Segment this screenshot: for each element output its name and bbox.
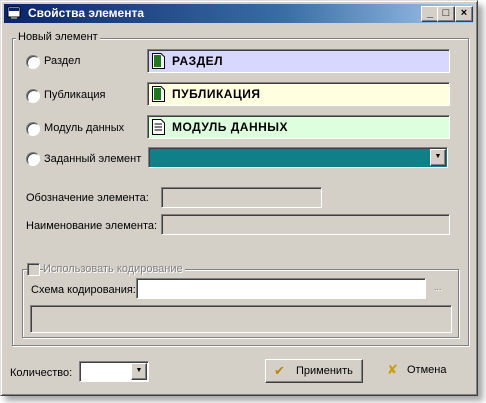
name-label: Наименование элемента: xyxy=(26,220,158,232)
cancel-button-label: Отмена xyxy=(407,364,447,376)
radio-data-module-label[interactable]: Модуль данных xyxy=(44,122,124,134)
scheme-input[interactable] xyxy=(136,278,426,299)
section-element-box[interactable]: РАЗДЕЛ xyxy=(147,49,450,73)
checkmark-icon: ✔ xyxy=(274,363,285,378)
use-coding-checkbox[interactable] xyxy=(27,263,40,276)
data-module-element-text: МОДУЛЬ ДАННЫХ xyxy=(172,120,289,134)
designation-input[interactable] xyxy=(161,187,322,208)
publication-element-text: ПУБЛИКАЦИЯ xyxy=(172,87,261,101)
cancel-button[interactable]: ✘ Отмена xyxy=(379,359,459,381)
scheme-label: Схема кодирования: xyxy=(31,284,136,296)
maximize-button[interactable]: □ xyxy=(437,6,455,22)
radio-section[interactable] xyxy=(26,55,40,69)
use-coding-label[interactable]: Использовать кодирование xyxy=(43,263,185,275)
quantity-label: Количество: xyxy=(10,367,73,379)
title-bar[interactable]: Свойства элемента _ □ × xyxy=(4,4,474,23)
cross-icon: ✘ xyxy=(387,362,398,377)
data-module-element-box[interactable]: МОДУЛЬ ДАННЫХ xyxy=(147,115,450,139)
chevron-down-icon[interactable]: ▼ xyxy=(430,149,446,166)
radio-custom-element[interactable] xyxy=(26,152,40,166)
designation-label: Обозначение элемента: xyxy=(26,192,149,204)
radio-custom-element-label[interactable]: Заданный элемент xyxy=(44,153,141,165)
custom-element-select[interactable]: ▼ xyxy=(148,147,448,168)
name-input[interactable] xyxy=(161,214,450,235)
window-title: Свойства элемента xyxy=(28,6,145,20)
radio-publication[interactable] xyxy=(26,89,40,103)
document-icon xyxy=(152,86,165,102)
new-element-legend: Новый элемент xyxy=(16,31,100,43)
radio-data-module[interactable] xyxy=(26,122,40,136)
document-lines-icon xyxy=(152,119,165,135)
app-icon xyxy=(7,6,21,19)
chevron-down-icon[interactable]: ▼ xyxy=(131,363,147,380)
section-element-text: РАЗДЕЛ xyxy=(172,54,224,68)
apply-button[interactable]: ✔ Применить xyxy=(265,359,363,383)
document-icon xyxy=(152,53,165,69)
scheme-browse-button[interactable]: ... xyxy=(434,282,442,292)
radio-publication-label[interactable]: Публикация xyxy=(44,89,105,101)
publication-element-box[interactable]: ПУБЛИКАЦИЯ xyxy=(147,82,450,106)
close-button[interactable]: × xyxy=(455,6,473,22)
quantity-select[interactable]: ▼ xyxy=(79,361,149,382)
radio-section-label[interactable]: Раздел xyxy=(44,55,80,67)
apply-button-label: Применить xyxy=(296,365,353,377)
scheme-description-field xyxy=(30,305,452,333)
dialog-window: Свойства элемента _ □ × Новый элемент Ра… xyxy=(0,0,478,396)
